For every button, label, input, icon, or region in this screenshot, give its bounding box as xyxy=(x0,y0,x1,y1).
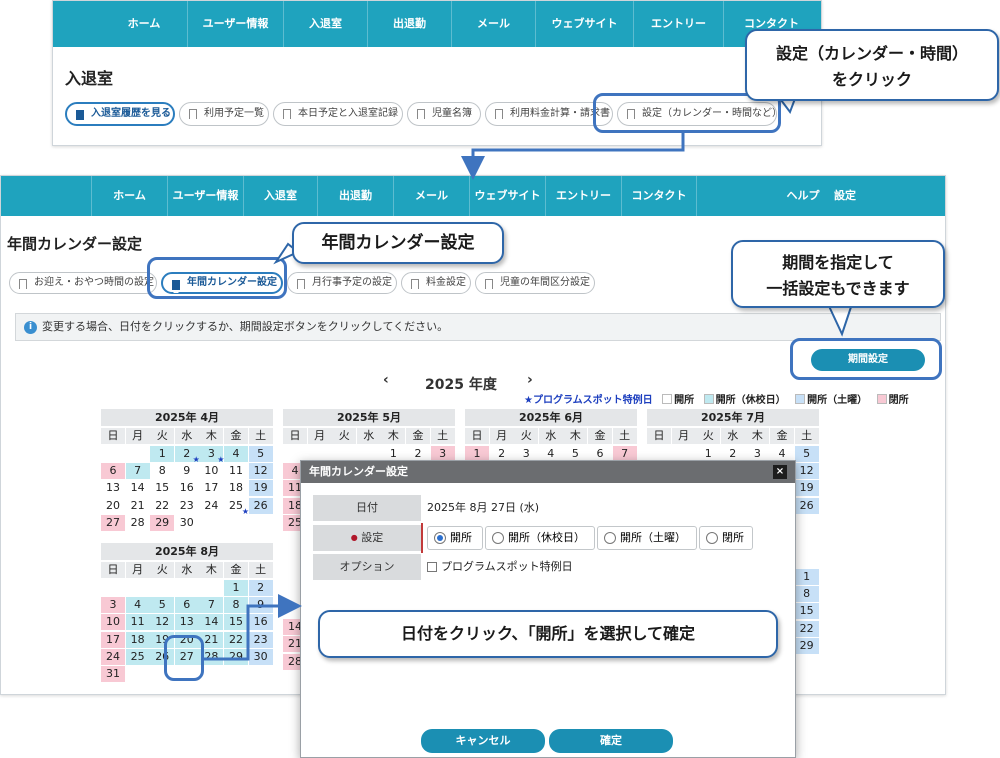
callout-settings: 設定（カレンダー・時間） をクリック xyxy=(745,29,999,101)
arrow-to-main-panel xyxy=(461,133,685,180)
callout-settings-line2: をクリック xyxy=(831,70,912,89)
callout-settings-line1: 設定（カレンダー・時間） xyxy=(775,44,968,63)
arrow-to-modal xyxy=(204,594,302,661)
callout-annual-calendar: 年間カレンダー設定 xyxy=(292,222,504,264)
callout-pointer-period xyxy=(826,303,854,337)
callout-period-line2: 一括設定もできます xyxy=(766,279,910,298)
callout-period: 期間を指定して 一括設定もできます xyxy=(731,240,945,308)
callout-click-date: 日付をクリック、「開所」を選択して確定 xyxy=(318,610,778,658)
callout-period-line1: 期間を指定して xyxy=(782,253,894,272)
